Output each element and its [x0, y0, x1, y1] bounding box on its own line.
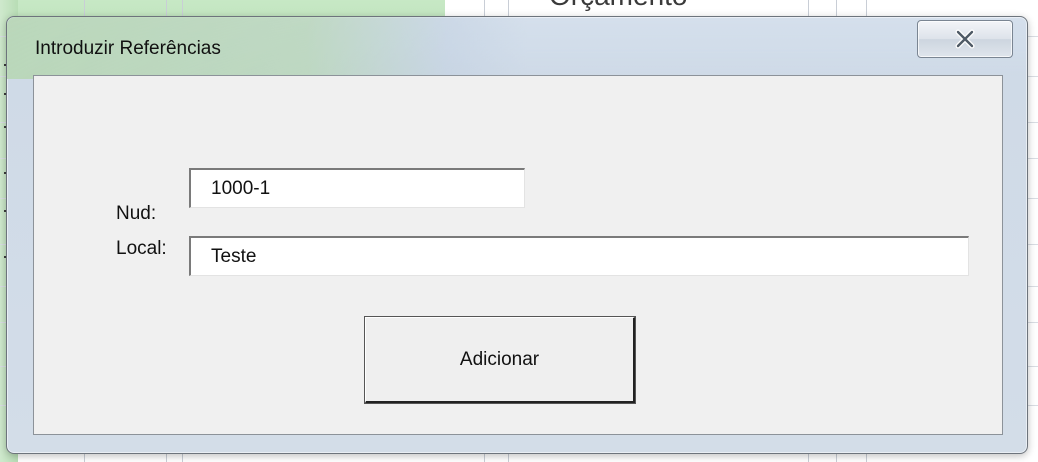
nud-label: Nud:	[116, 203, 157, 224]
local-input[interactable]: Teste	[189, 236, 969, 276]
introduzir-referencias-dialog: Introduzir Referências Nud: 1000-1 Local…	[6, 16, 1028, 454]
nud-input[interactable]: 1000-1	[189, 168, 525, 208]
close-icon	[955, 29, 975, 49]
dialog-title: Introduzir Referências	[35, 38, 221, 59]
close-button[interactable]	[917, 20, 1013, 58]
local-label: Local:	[116, 238, 167, 259]
sheet-header-text: Orçamento	[549, 0, 688, 12]
adicionar-button[interactable]: Adicionar	[364, 316, 636, 404]
dialog-client-area: Nud: 1000-1 Local: Teste Adicionar	[33, 75, 1003, 435]
